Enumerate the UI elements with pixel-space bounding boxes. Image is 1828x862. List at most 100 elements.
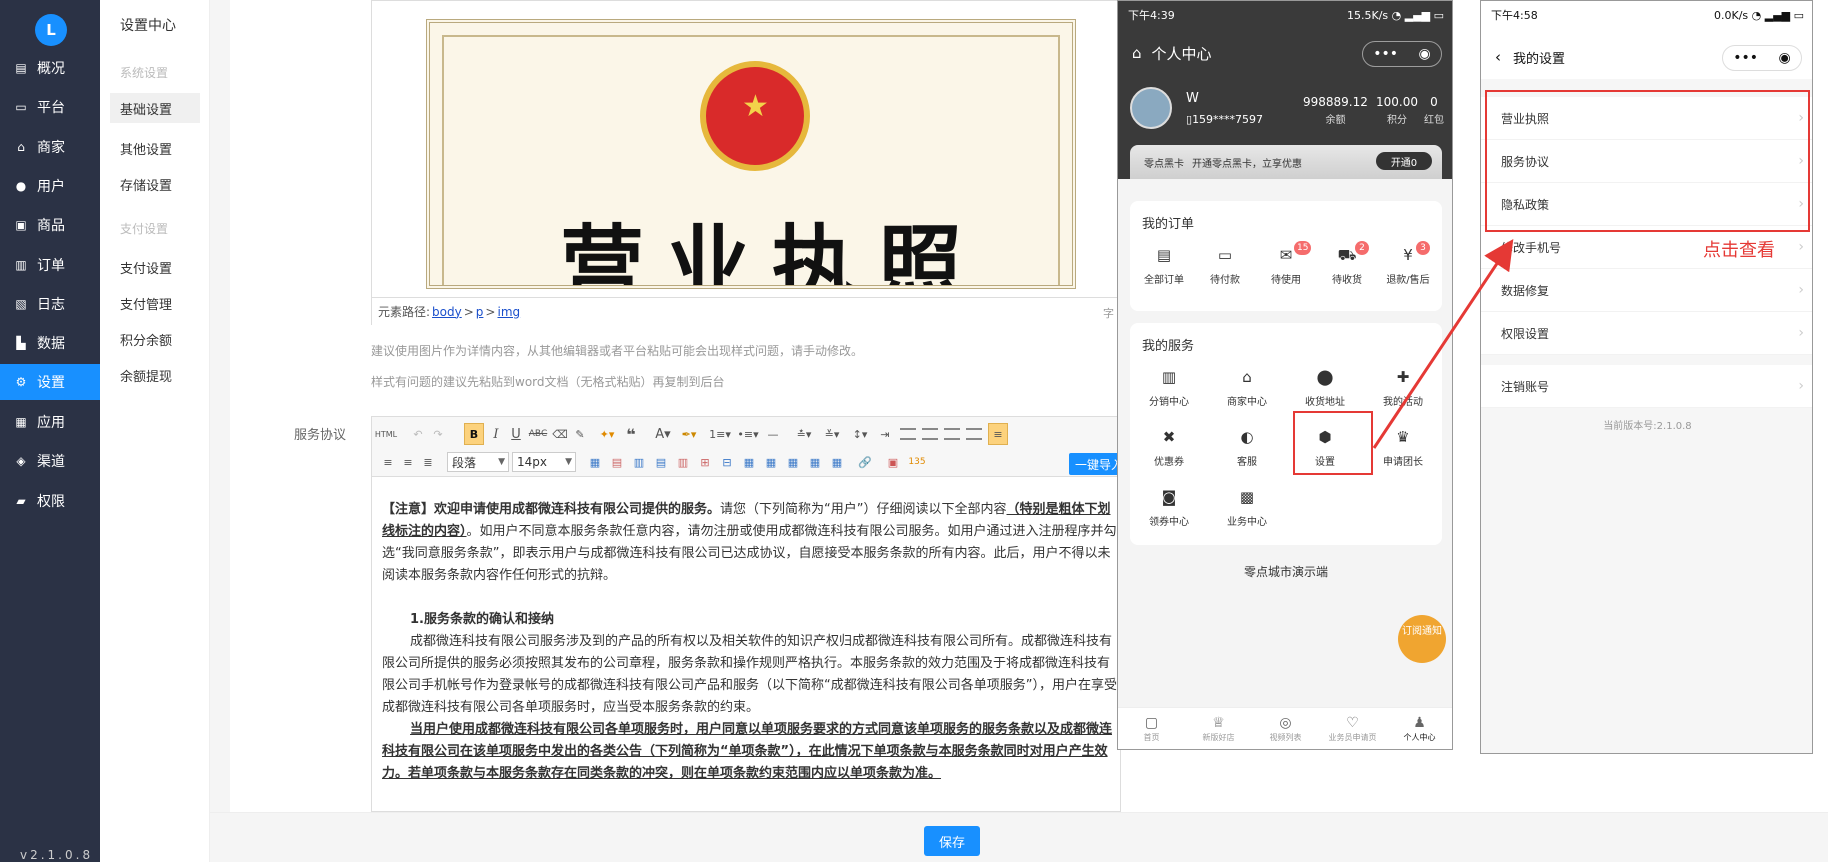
agreement-document[interactable]: 【注意】欢迎申请使用成都微连科技有限公司提供的服务。请您（下列简称为“用户”）仔… — [382, 499, 1120, 785]
nav-item-2[interactable]: ⌂ 商家 — [0, 129, 100, 165]
nav-item-9[interactable]: ▦ 应用 — [0, 404, 100, 440]
underline-icon[interactable]: U — [508, 425, 524, 443]
service-item-5[interactable]: ◐ 客服 — [1212, 427, 1282, 468]
balance-stat[interactable]: 998889.12 余额 — [1303, 95, 1368, 126]
nav-item-5[interactable]: ▥ 订单 — [0, 247, 100, 283]
redpacket-stat[interactable]: 0 红包 — [1424, 95, 1444, 126]
miniapp-capsule[interactable]: ••• ◉ — [1362, 41, 1442, 67]
service-item-9[interactable]: ▩ 业务中心 — [1212, 487, 1282, 528]
service-item-7[interactable]: ♛ 申请团长 — [1368, 427, 1438, 468]
image-icon[interactable]: ▣ — [884, 453, 902, 471]
align-none-image-icon[interactable] — [922, 428, 938, 440]
order-item-3[interactable]: ⛟ 待收货 2 — [1313, 241, 1381, 286]
order-item-4[interactable]: ¥ 退款/售后 3 — [1374, 241, 1442, 286]
ordered-list-icon[interactable]: 1≡▾ — [708, 425, 732, 443]
merge-cells-icon[interactable]: ⊞ — [696, 453, 714, 471]
fontsize-select[interactable]: 14px ▼ — [512, 452, 576, 472]
delete-row-icon[interactable]: ▤ — [652, 453, 670, 471]
highlight-icon[interactable]: ✒▾ — [678, 425, 700, 443]
row-spacing-top-icon[interactable]: ≛▾ — [792, 425, 816, 443]
service-agreement-editor[interactable]: HTML ↶ ↷ B I U ABC ⌫ ✎ ✦▾ ❝ A▾ ✒▾ 1≡▾ •≡… — [371, 416, 1121, 812]
tab-2[interactable]: ◎ 视频列表 — [1252, 714, 1319, 743]
more-icon[interactable]: ••• — [1733, 50, 1758, 66]
font-color-icon[interactable]: A▾ — [652, 425, 674, 443]
avatar[interactable] — [1130, 87, 1172, 129]
subnav-item-basic[interactable]: 基础设置 — [110, 93, 200, 123]
undo-icon[interactable]: ↶ — [410, 425, 426, 443]
insert-col-icon[interactable]: ▥ — [630, 453, 648, 471]
nav-item-1[interactable]: ▭ 平台 — [0, 89, 100, 125]
service-item-8[interactable]: ◙ 领券中心 — [1134, 487, 1204, 528]
map-icon[interactable]: 135 — [906, 453, 928, 471]
cell-props-icon[interactable]: ▦ — [762, 453, 780, 471]
close-miniapp-icon[interactable]: ◉ — [1419, 46, 1431, 62]
nav-item-6[interactable]: ▧ 日志 — [0, 286, 100, 322]
line-height-icon[interactable]: ↕▾ — [848, 425, 872, 443]
service-item-2[interactable]: ⬤ 收货地址 — [1290, 367, 1360, 408]
align-left-image-icon[interactable] — [900, 428, 916, 440]
service-item-4[interactable]: ✖ 优惠券 — [1134, 427, 1204, 468]
split-cells-icon[interactable]: ⊟ — [718, 453, 736, 471]
settings-item-5[interactable]: 权限设置 › — [1481, 312, 1812, 355]
order-item-1[interactable]: ▭ 待付款 — [1191, 245, 1259, 286]
back-icon[interactable]: ‹ — [1495, 48, 1501, 66]
settings-item-4[interactable]: 数据修复 › — [1481, 269, 1812, 312]
paragraph-select[interactable]: 段落 ▼ — [447, 452, 509, 472]
path-p-link[interactable]: p — [476, 305, 484, 319]
tab-4[interactable]: ♟ 个人中心 — [1386, 714, 1452, 743]
format-painter-icon[interactable]: ✎ — [572, 425, 588, 443]
path-body-link[interactable]: body — [432, 305, 462, 319]
service-item-3[interactable]: ✚ 我的活动 — [1368, 367, 1438, 408]
subnav-item-points[interactable]: 积分余额 — [110, 324, 200, 354]
bold-icon[interactable]: B — [464, 423, 484, 445]
align-center-image-icon[interactable] — [966, 428, 982, 440]
strikethrough-icon[interactable]: ABC — [528, 425, 548, 443]
home-icon[interactable]: ⌂ — [1132, 44, 1142, 62]
save-button[interactable]: 保存 — [924, 826, 980, 856]
subnav-item-storage[interactable]: 存储设置 — [110, 169, 200, 199]
align-right-image-icon[interactable] — [944, 428, 960, 440]
nav-item-8[interactable]: ⚙ 设置 — [0, 364, 100, 400]
points-stat[interactable]: 100.00 积分 — [1376, 95, 1418, 126]
nav-item-7[interactable]: ▙ 数据 — [0, 325, 100, 361]
redo-icon[interactable]: ↷ — [430, 425, 446, 443]
auto-format-icon[interactable]: ✦▾ — [596, 425, 618, 443]
delete-col-icon[interactable]: ▥ — [674, 453, 692, 471]
tab-3[interactable]: ♡ 业务员申请页 — [1319, 714, 1386, 743]
insert-row-icon[interactable]: ▤ — [608, 453, 626, 471]
service-item-1[interactable]: ⌂ 商家中心 — [1212, 367, 1282, 408]
subnav-item-other[interactable]: 其他设置 — [110, 133, 200, 163]
service-item-0[interactable]: ▥ 分销中心 — [1134, 367, 1204, 408]
logout-item[interactable]: 注销账号 › — [1481, 365, 1812, 408]
unordered-list-icon[interactable]: •≡▾ — [736, 425, 760, 443]
order-item-2[interactable]: ✉ 待使用 15 — [1252, 241, 1320, 286]
row-spacing-bottom-icon[interactable]: ≚▾ — [820, 425, 844, 443]
link-icon[interactable]: 🔗 — [856, 453, 874, 471]
horizontal-rule-icon[interactable]: — — [764, 425, 782, 443]
table-split-icon[interactable]: ▦ — [828, 453, 846, 471]
order-item-0[interactable]: ▤ 全部订单 — [1130, 245, 1198, 286]
table-merge-down-icon[interactable]: ▦ — [806, 453, 824, 471]
indent-icon[interactable]: ⇥ — [876, 425, 894, 443]
vip-open-button[interactable]: 开通0 — [1376, 152, 1432, 170]
more-icon[interactable]: ••• — [1373, 46, 1398, 62]
path-img-link[interactable]: img — [497, 305, 520, 319]
one-click-import-button[interactable]: 一键导入 — [1069, 453, 1120, 475]
license-editor[interactable]: ★ 营业执照 元素路径: body > p > img 字 — [371, 0, 1122, 325]
justify-left-icon[interactable]: ≡ — [988, 423, 1008, 445]
subnav-item-pay-manage[interactable]: 支付管理 — [110, 288, 200, 318]
nav-item-10[interactable]: ◈ 渠道 — [0, 443, 100, 479]
table-props-icon[interactable]: ▦ — [740, 453, 758, 471]
nav-item-11[interactable]: ▰ 权限 — [0, 483, 100, 519]
tab-0[interactable]: ▢ 首页 — [1118, 714, 1185, 743]
tab-1[interactable]: ♕ 新版好店 — [1185, 714, 1252, 743]
subnav-item-pay-settings[interactable]: 支付设置 — [110, 252, 200, 282]
table-merge-right-icon[interactable]: ▦ — [784, 453, 802, 471]
table-icon[interactable]: ▦ — [586, 453, 604, 471]
quote-icon[interactable]: ❝ — [622, 425, 640, 444]
nav-item-0[interactable]: ▤ 概况 — [0, 50, 100, 86]
align-center-icon[interactable]: ≡ — [380, 453, 396, 471]
eraser-icon[interactable]: ⌫ — [552, 425, 568, 443]
italic-icon[interactable]: I — [488, 425, 504, 443]
subnav-item-withdraw[interactable]: 余额提现 — [110, 360, 200, 390]
